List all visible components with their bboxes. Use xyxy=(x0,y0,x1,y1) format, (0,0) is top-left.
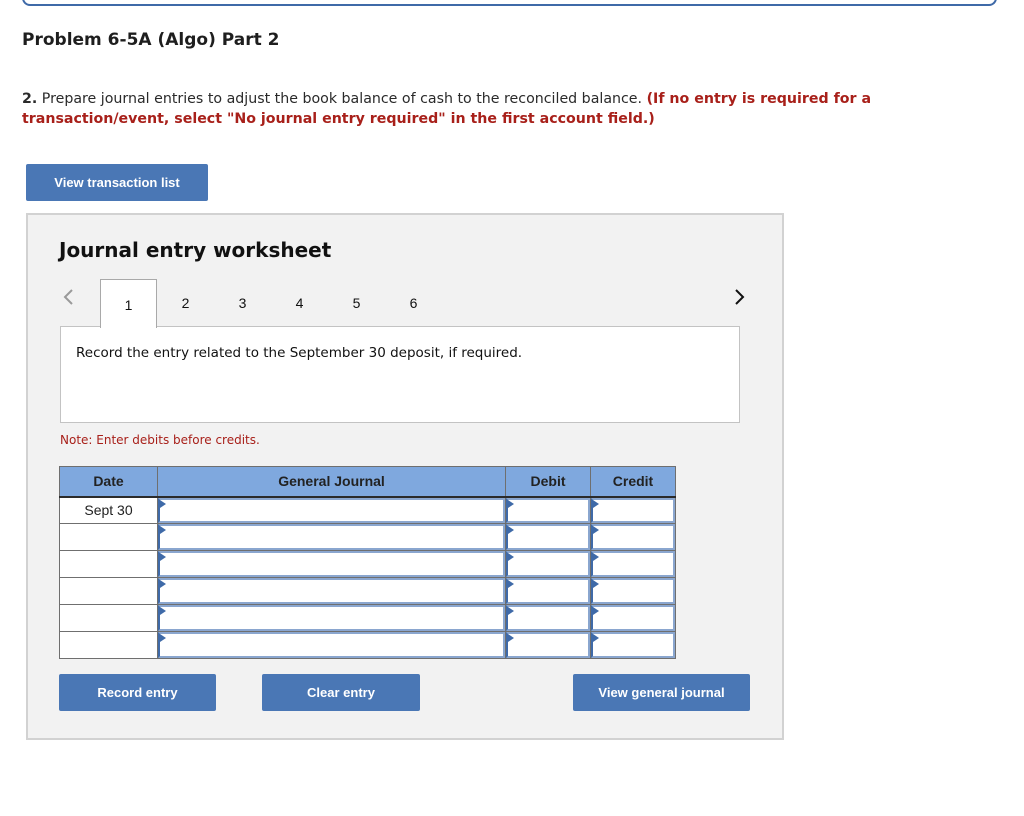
clear-entry-button[interactable]: Clear entry xyxy=(262,674,420,711)
tab-entry-6[interactable]: 6 xyxy=(385,279,442,325)
credit-input[interactable] xyxy=(591,551,675,577)
account-cell xyxy=(157,604,506,632)
table-row xyxy=(59,550,676,578)
table-row xyxy=(59,604,676,632)
chevron-left-icon xyxy=(63,289,73,305)
journal-entry-worksheet: Journal entry worksheet 1 2 3 4 5 6 Reco… xyxy=(26,213,784,740)
credit-input[interactable] xyxy=(591,605,675,631)
debit-input[interactable] xyxy=(506,551,590,577)
header-credit: Credit xyxy=(590,466,676,498)
table-row xyxy=(59,577,676,605)
account-select[interactable] xyxy=(158,605,505,631)
header-general-journal: General Journal xyxy=(157,466,506,498)
entry-tabs: 1 2 3 4 5 6 xyxy=(100,279,442,328)
debit-input[interactable] xyxy=(506,524,590,550)
journal-table: Date General Journal Debit Credit Sept 3… xyxy=(59,466,676,659)
view-transaction-list-button[interactable]: View transaction list xyxy=(26,164,208,201)
header-date: Date xyxy=(59,466,158,498)
credit-input[interactable] xyxy=(591,524,675,550)
tab-entry-3[interactable]: 3 xyxy=(214,279,271,325)
entry-prompt-box: Record the entry related to the Septembe… xyxy=(60,326,740,423)
debit-cell xyxy=(505,577,591,605)
credit-input[interactable] xyxy=(591,497,675,523)
date-cell: Sept 30 xyxy=(59,496,158,524)
account-select[interactable] xyxy=(158,551,505,577)
tab-entry-4[interactable]: 4 xyxy=(271,279,328,325)
view-general-journal-button[interactable]: View general journal xyxy=(573,674,750,711)
header-debit: Debit xyxy=(505,466,591,498)
date-cell xyxy=(59,604,158,632)
tab-entry-5[interactable]: 5 xyxy=(328,279,385,325)
debit-input[interactable] xyxy=(506,632,590,658)
credit-cell xyxy=(590,550,676,578)
entry-prompt: Record the entry related to the Septembe… xyxy=(76,345,523,361)
date-cell xyxy=(59,631,158,659)
debit-cell xyxy=(505,523,591,551)
credit-input[interactable] xyxy=(591,578,675,604)
table-header-row: Date General Journal Debit Credit xyxy=(59,466,676,498)
instructions: 2. Prepare journal entries to adjust the… xyxy=(22,89,982,129)
account-select[interactable] xyxy=(158,497,505,523)
account-cell xyxy=(157,496,506,524)
instruction-number: 2. xyxy=(22,91,38,107)
account-cell xyxy=(157,577,506,605)
account-cell xyxy=(157,631,506,659)
problem-title: Problem 6-5A (Algo) Part 2 xyxy=(22,30,280,50)
tab-entry-2[interactable]: 2 xyxy=(157,279,214,325)
debit-cell xyxy=(505,631,591,659)
debit-input[interactable] xyxy=(506,578,590,604)
account-select[interactable] xyxy=(158,524,505,550)
account-cell xyxy=(157,550,506,578)
next-entry-button[interactable] xyxy=(730,285,750,309)
debit-input[interactable] xyxy=(506,605,590,631)
record-entry-button[interactable]: Record entry xyxy=(59,674,216,711)
debits-note: Note: Enter debits before credits. xyxy=(60,433,260,447)
credit-cell xyxy=(590,523,676,551)
credit-cell xyxy=(590,604,676,632)
date-cell xyxy=(59,577,158,605)
date-cell xyxy=(59,550,158,578)
debit-input[interactable] xyxy=(506,497,590,523)
credit-cell xyxy=(590,577,676,605)
instruction-text: Prepare journal entries to adjust the bo… xyxy=(37,91,647,107)
date-cell xyxy=(59,523,158,551)
tab-entry-1[interactable]: 1 xyxy=(100,279,157,328)
table-row: Sept 30 xyxy=(59,496,676,524)
credit-input[interactable] xyxy=(591,632,675,658)
credit-cell xyxy=(590,631,676,659)
account-select[interactable] xyxy=(158,578,505,604)
table-row xyxy=(59,631,676,659)
debit-cell xyxy=(505,604,591,632)
top-frame-border xyxy=(22,0,997,6)
credit-cell xyxy=(590,496,676,524)
account-select[interactable] xyxy=(158,632,505,658)
table-row xyxy=(59,523,676,551)
prev-entry-button[interactable] xyxy=(58,285,78,309)
worksheet-title: Journal entry worksheet xyxy=(59,238,332,262)
debit-cell xyxy=(505,496,591,524)
chevron-right-icon xyxy=(735,289,745,305)
account-cell xyxy=(157,523,506,551)
debit-cell xyxy=(505,550,591,578)
